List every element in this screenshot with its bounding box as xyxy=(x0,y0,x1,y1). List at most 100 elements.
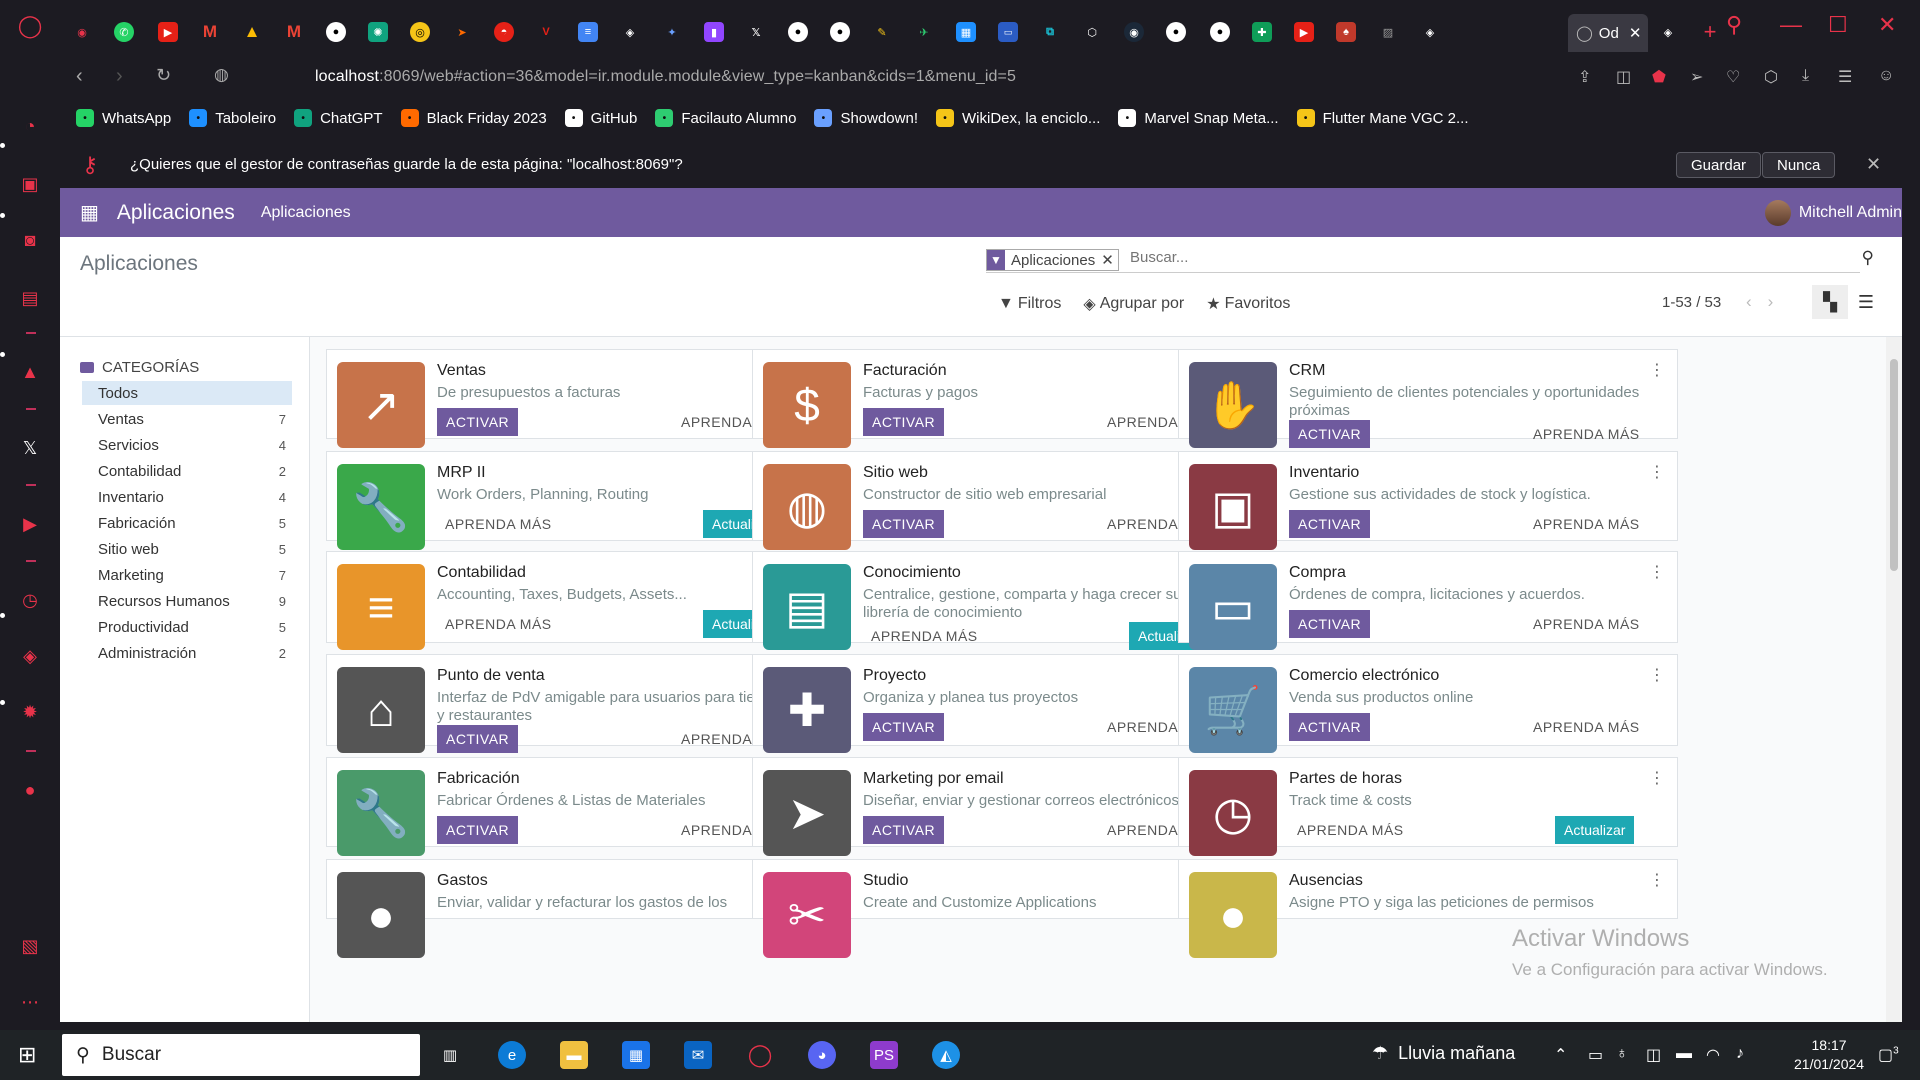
bookmark-item[interactable]: • WhatsApp xyxy=(76,109,171,127)
tab-blackfriday[interactable]: ➤ xyxy=(448,18,476,46)
category-item[interactable]: Marketing 7 xyxy=(82,563,292,587)
ublock-icon[interactable]: ● xyxy=(18,778,42,802)
filters-button[interactable]: ▼ Filtros xyxy=(998,294,1061,314)
app-card[interactable]: ⌂ Punto de venta Interfaz de PdV amigable … xyxy=(326,654,826,753)
edge-icon[interactable]: e xyxy=(498,1041,526,1069)
category-item[interactable]: Sitio web 5 xyxy=(82,537,292,561)
opera-icon[interactable]: ◯ xyxy=(746,1041,774,1069)
back-icon[interactable]: ‹ xyxy=(76,65,83,88)
activate-button[interactable]: ACTIVAR xyxy=(437,816,519,844)
app-card[interactable]: ✚ Proyecto Organiza y planea tus proyectos… xyxy=(752,654,1252,753)
save-password-button[interactable]: Guardar xyxy=(1676,152,1762,178)
activate-button[interactable]: ACTIVAR xyxy=(1289,420,1371,448)
tab-drive[interactable]: ▲ xyxy=(238,18,266,46)
tab-image[interactable]: ▨ xyxy=(1374,18,1402,46)
twitch-icon[interactable]: ◙ xyxy=(18,228,42,252)
snapshot-icon[interactable]: ▧ xyxy=(18,934,42,958)
tab-app[interactable]: ▭ xyxy=(994,18,1022,46)
never-button[interactable]: Nunca xyxy=(1762,152,1836,178)
category-item[interactable]: Inventario 4 xyxy=(82,485,292,509)
volume-icon[interactable]: ♪ xyxy=(1736,1045,1744,1063)
app-card[interactable]: ≡ Contabilidad Accounting, Taxes, Budgets,… xyxy=(326,551,826,650)
app-card[interactable]: ▤ Conocimiento Centralice, gestione, compa… xyxy=(752,551,1252,650)
tab-search-icon[interactable]: ⚲ xyxy=(1726,12,1742,38)
category-item[interactable]: Productividad 5 xyxy=(82,615,292,639)
minimize-icon[interactable]: — xyxy=(1780,12,1802,38)
learn-more-link[interactable]: APRENDA MÁS xyxy=(1297,822,1404,838)
category-item[interactable]: Ventas 7 xyxy=(82,407,292,431)
file-explorer-icon[interactable]: ▬ xyxy=(560,1041,588,1069)
tab-github[interactable]: ● xyxy=(322,18,350,46)
app-card[interactable]: ➤ Marketing por email Diseñar, enviar y ge… xyxy=(752,757,1252,856)
scrollbar[interactable] xyxy=(1886,337,1902,1022)
app-card[interactable]: 🛒 Comercio electrónico Venda sus productos… xyxy=(1178,654,1678,753)
discord-icon[interactable]: ◕ xyxy=(808,1041,836,1069)
bookmark-item[interactable]: • Marvel Snap Meta... xyxy=(1118,109,1279,127)
search-facet[interactable]: ▼ Aplicaciones ✕ xyxy=(986,249,1119,271)
pager-prev-icon[interactable]: ‹ xyxy=(1746,292,1752,312)
bookmark-item[interactable]: • WikiDex, la enciclo... xyxy=(936,109,1100,127)
bookmark-item[interactable]: • Facilauto Alumno xyxy=(655,109,796,127)
learn-more-link[interactable]: APRENDA MÁS xyxy=(1533,616,1640,632)
tab-pokeball[interactable]: ◓ xyxy=(490,18,518,46)
bookmark-item[interactable]: • Showdown! xyxy=(814,109,918,127)
learn-more-link[interactable]: APRENDA MÁS xyxy=(1533,426,1640,442)
tab-box[interactable]: ⬡ xyxy=(1078,18,1106,46)
activate-button[interactable]: ACTIVAR xyxy=(863,713,945,741)
player-icon[interactable]: ▶ xyxy=(18,512,42,536)
app-name[interactable]: Aplicaciones xyxy=(117,201,235,225)
close-prompt-icon[interactable]: ✕ xyxy=(1866,154,1881,175)
app-card[interactable]: $FacturaciónFacturas y pagos⋮ACTIVARAPRE… xyxy=(752,349,1252,448)
list-view-icon[interactable]: ☰ xyxy=(1848,285,1884,319)
url-field[interactable]: localhost:8069/web#action=36&model=ir.mo… xyxy=(315,68,1016,86)
tab-gaming[interactable]: ◉ xyxy=(68,18,96,46)
tab-unity-2[interactable]: ◈ xyxy=(1416,18,1444,46)
tab-docs[interactable]: ≡ xyxy=(574,18,602,46)
close-window-icon[interactable]: ✕ xyxy=(1878,12,1896,38)
learn-more-link[interactable]: APRENDA MÁS xyxy=(871,628,978,644)
update-button[interactable]: Actualizar xyxy=(1555,816,1635,844)
activate-button[interactable]: ACTIVAR xyxy=(863,510,945,538)
docker-icon[interactable]: ◭ xyxy=(932,1041,960,1069)
tab-tree[interactable]: ♠ xyxy=(1332,18,1360,46)
category-item[interactable]: Todos xyxy=(82,381,292,405)
notifications-icon[interactable]: ▢3 xyxy=(1878,1045,1899,1065)
close-tab-icon[interactable]: ✕ xyxy=(1629,24,1642,42)
bookmark-item[interactable]: • Taboleiro xyxy=(189,109,276,127)
nav-link-apps[interactable]: Aplicaciones xyxy=(261,204,351,222)
wifi-icon[interactable]: ◠ xyxy=(1706,1045,1720,1065)
pager-value[interactable]: 1-53 / 53 xyxy=(1662,294,1721,311)
mail-icon[interactable]: ✉ xyxy=(684,1041,712,1069)
app-card[interactable]: ▣ Inventario Gestione sus actividades de s… xyxy=(1178,451,1678,550)
apps-grid-icon[interactable]: ▦ xyxy=(80,200,99,225)
tab-x[interactable]: 𝕏 xyxy=(742,18,770,46)
news-icon[interactable]: ▤ xyxy=(18,286,42,310)
camera-icon[interactable]: ◫ xyxy=(1616,67,1631,87)
category-item[interactable]: Recursos Humanos 9 xyxy=(82,589,292,613)
tab-sheets[interactable]: ✚ xyxy=(1248,18,1276,46)
app-card[interactable]: ● Ausencias Asigne PTO y siga las peticion… xyxy=(1178,859,1678,958)
profile-icon[interactable]: ☺ xyxy=(1878,67,1894,85)
app-card[interactable]: ◷ Partes de horas Track time & costs ⋮ APREN… xyxy=(1178,757,1678,856)
bookmark-item[interactable]: • Black Friday 2023 xyxy=(400,109,547,127)
site-info-icon[interactable]: ◍ xyxy=(214,65,229,85)
store-icon[interactable]: ▦ xyxy=(622,1041,650,1069)
tab-whatsapp[interactable]: ✆ xyxy=(110,18,138,46)
bookmark-item[interactable]: • GitHub xyxy=(564,109,637,127)
download-icon[interactable]: ⤓ xyxy=(1802,67,1809,85)
tab-page-2[interactable]: ● xyxy=(826,18,854,46)
reload-icon[interactable]: ↻ xyxy=(156,65,171,86)
app-card[interactable]: 🔧 Fabricación Fabricar Órdenes & Listas de… xyxy=(326,757,826,856)
maximize-icon[interactable]: ☐ xyxy=(1828,12,1848,38)
tab-steam[interactable]: ◉ xyxy=(1120,18,1148,46)
tab-tool[interactable]: ⧉ xyxy=(1036,18,1064,46)
search-input[interactable] xyxy=(1130,249,1730,266)
tab-chatgpt[interactable]: ✺ xyxy=(364,18,392,46)
app-card[interactable]: ✂ Studio Create and Customize Applications… xyxy=(752,859,1252,958)
tab-taboleiro[interactable]: ▦ xyxy=(952,18,980,46)
search-icon[interactable]: ⚲ xyxy=(1862,248,1874,268)
scrollbar-thumb[interactable] xyxy=(1890,359,1898,571)
activate-button[interactable]: ACTIVAR xyxy=(863,816,945,844)
app-card[interactable]: ▭ Compra Órdenes de compra, licitaciones y… xyxy=(1178,551,1678,650)
activate-button[interactable]: ACTIVAR xyxy=(1289,713,1371,741)
